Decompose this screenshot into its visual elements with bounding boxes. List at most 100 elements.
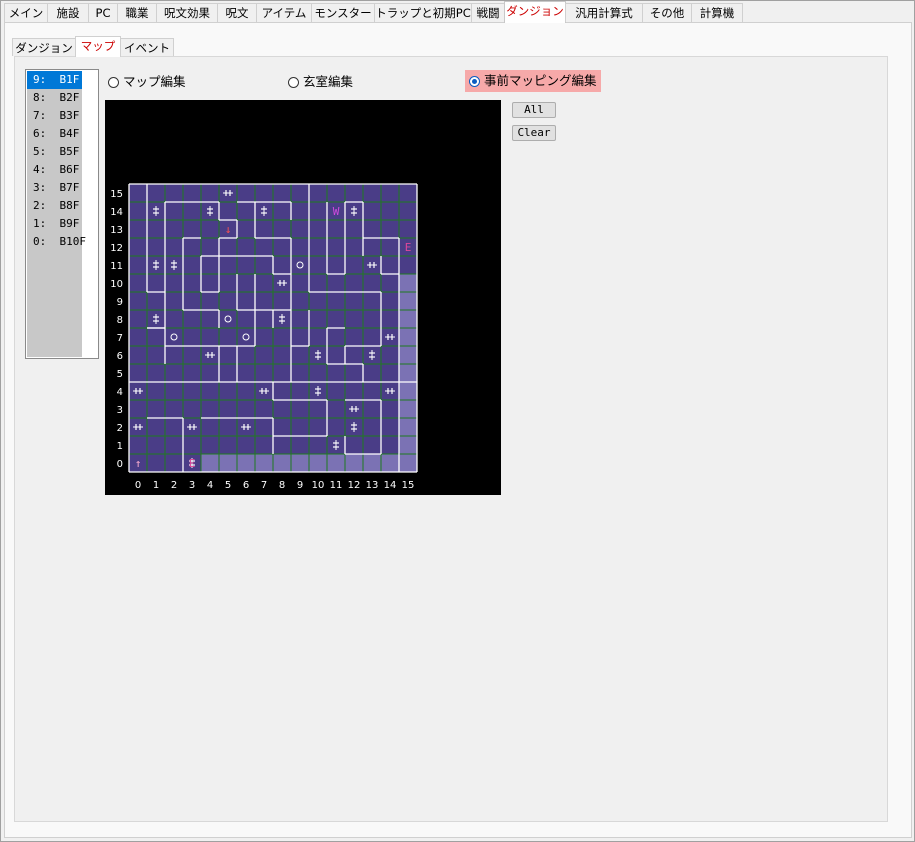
top-tab-2[interactable]: PC [88,3,118,22]
map-cell [309,454,327,472]
map-cell [219,292,237,310]
y-axis-label: 7 [117,333,123,344]
floor-list-item[interactable]: 5: B5F [27,143,82,161]
map-cell [345,292,363,310]
x-axis-label: 14 [384,480,397,491]
map-cell [363,454,381,472]
map-cell [399,220,417,238]
top-tab-7[interactable]: モンスター [311,3,375,22]
top-tab-10[interactable]: ダンジョン [504,1,566,23]
map-cell [237,382,255,400]
map-cell [363,238,381,256]
top-tab-13[interactable]: 計算機 [691,3,743,22]
map-cell [201,454,219,472]
mode-map-edit-label: マップ編集 [123,74,186,89]
map-cell [201,184,219,202]
floor-list-item[interactable]: 4: B6F [27,161,82,179]
map-cell [399,400,417,418]
mode-premapping-edit-label: 事前マッピング編集 [484,73,597,88]
mode-room-edit-radio[interactable]: 玄室編集 [288,72,353,92]
map-cell [381,400,399,418]
top-tab-3[interactable]: 職業 [117,3,157,22]
map-cell [309,400,327,418]
map-cell [273,454,291,472]
map-cell [291,382,309,400]
top-tab-0[interactable]: メイン [4,3,48,22]
floor-list[interactable]: 9: B1F 8: B2F 7: B3F 6: B4F 5: B5F 4: B6F 3: B… [25,69,99,359]
select-all-button[interactable]: All [512,102,556,118]
top-tab-11[interactable]: 汎用計算式 [565,3,643,22]
map-cell [237,292,255,310]
map-cell [345,184,363,202]
x-axis-label: 0 [135,480,141,491]
top-tab-1[interactable]: 施設 [47,3,89,22]
map-cell [381,364,399,382]
map-cell [237,220,255,238]
map-cell [381,436,399,454]
map-cell [219,454,237,472]
map-cell [219,238,237,256]
map-cell [219,256,237,274]
y-axis-label: 5 [117,369,123,380]
map-cell [129,436,147,454]
x-axis-label: 3 [189,480,195,491]
map-cell [129,346,147,364]
y-axis-label: 14 [110,207,123,218]
y-axis-label: 9 [117,297,123,308]
dungeon-map-canvas[interactable]: WEE↓↑0 1 2 3 4 5 6 7 8 9 10 11 12 13 14 151514131211109… [105,100,501,495]
clear-button[interactable]: Clear [512,125,556,141]
top-tab-8[interactable]: トラップと初期PC [374,3,472,22]
map-cell [165,454,183,472]
map-cell [345,274,363,292]
map-cell [291,274,309,292]
top-tab-9[interactable]: 戦闘 [471,3,505,22]
map-cell [183,292,201,310]
map-cell [165,202,183,220]
x-axis-label: 1 [153,480,159,491]
sub-tab-2[interactable]: イベント [120,38,174,56]
radio-circle-icon [288,76,299,88]
map-cell [399,292,417,310]
map-cell [309,328,327,346]
map-cell [255,400,273,418]
sub-tab-0[interactable]: ダンジョン [12,38,76,56]
floor-list-item[interactable]: 2: B8F [27,197,82,215]
map-cell [309,274,327,292]
top-tab-6[interactable]: アイテム [256,3,312,22]
y-axis-label: 13 [110,225,123,236]
map-cell [165,274,183,292]
top-tab-12[interactable]: その他 [642,3,692,22]
floor-list-item[interactable]: 7: B3F [27,107,82,125]
map-cell [291,454,309,472]
map-cell [399,364,417,382]
map-cell [327,454,345,472]
top-tab-4[interactable]: 呪文効果 [156,3,218,22]
map-cell [309,184,327,202]
dungeon-map[interactable]: W E E ↓ ↑ 0 1 2 3 4 5 6 7 8 9 10 11 12 13 14 15 15 14 13 12 11 10 9… [105,100,501,495]
map-cell [129,238,147,256]
x-axis-label: 13 [366,480,379,491]
floor-list-item[interactable]: 0: B10F [27,233,86,251]
map-cell [291,256,309,274]
map-cell [381,238,399,256]
map-cell [147,436,165,454]
mode-premapping-edit-radio[interactable]: 事前マッピング編集 [465,70,601,92]
sub-tab-1[interactable]: マップ [75,36,121,57]
y-axis-label: 15 [110,189,123,200]
floor-list-item[interactable]: 8: B2F [27,89,82,107]
mode-map-edit-radio[interactable]: マップ編集 [108,72,186,92]
map-cell [381,202,399,220]
map-cell [309,238,327,256]
map-cell [147,364,165,382]
floor-list-item[interactable]: 6: B4F [27,125,82,143]
map-cell [273,238,291,256]
floor-list-item[interactable]: 3: B7F [27,179,82,197]
map-cell [327,220,345,238]
top-tab-5[interactable]: 呪文 [217,3,257,22]
floor-list-item[interactable]: 1: B9F [27,215,82,233]
y-axis-label: 1 [117,441,123,452]
map-cell [219,382,237,400]
map-cell [327,184,345,202]
map-cell [345,256,363,274]
floor-list-item[interactable]: 9: B1F [27,71,82,89]
